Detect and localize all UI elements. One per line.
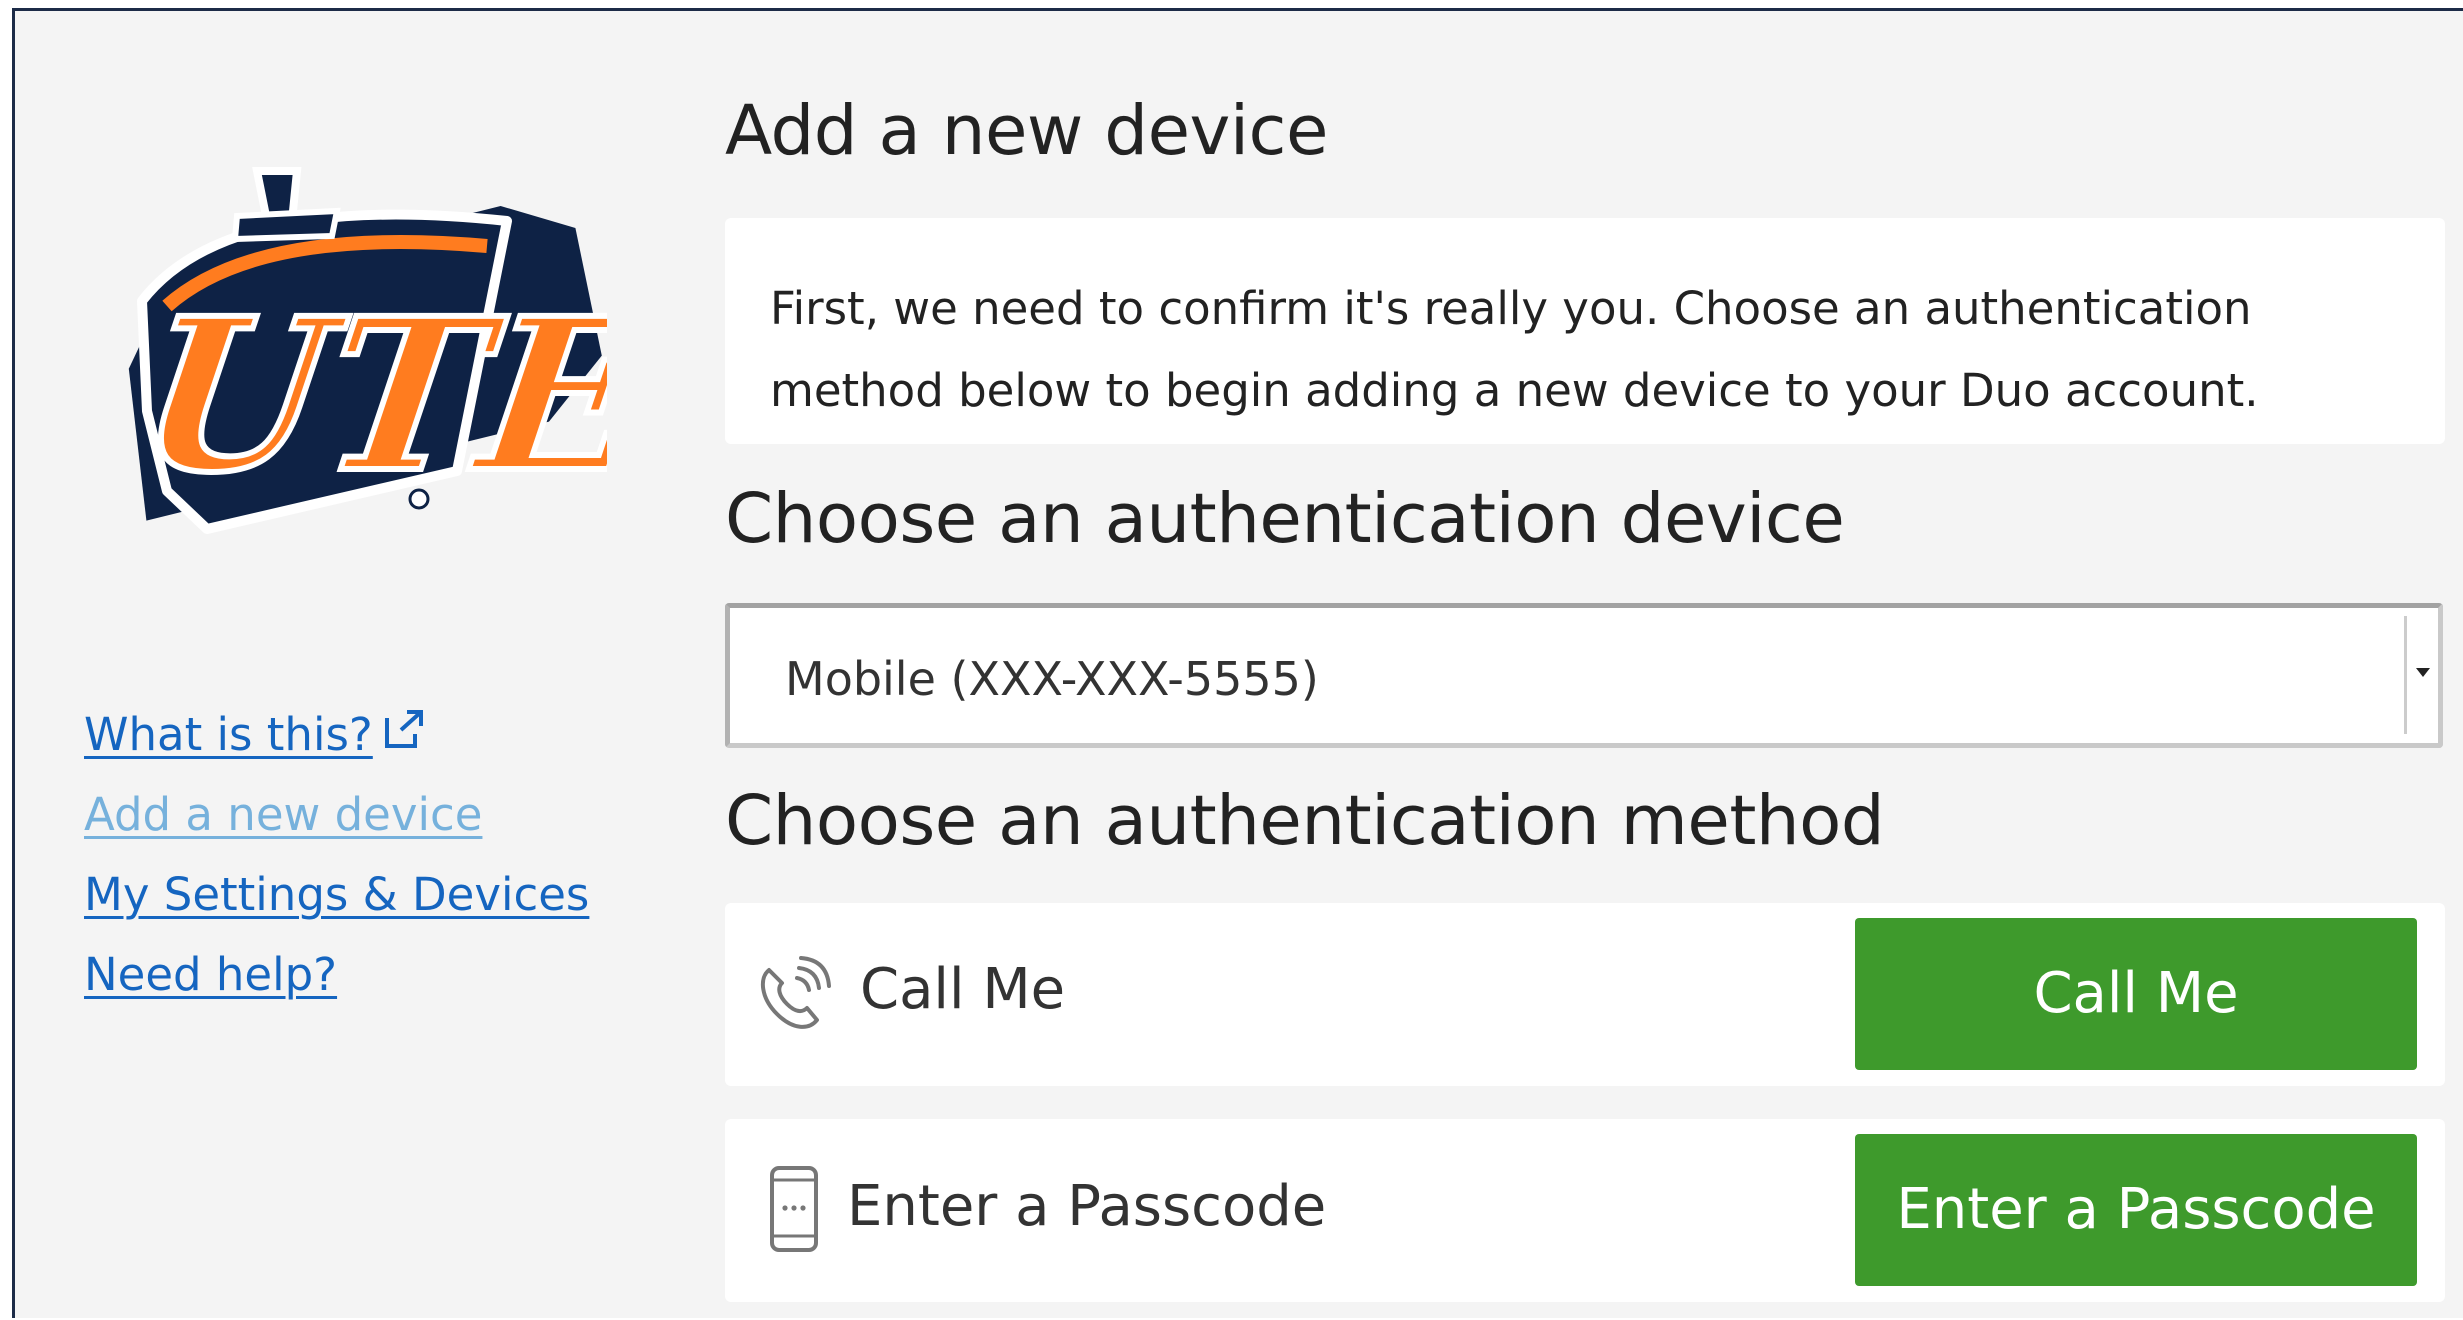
mobile-passcode-icon [770, 1166, 818, 1252]
info-line-1: First, we need to confirm it's really yo… [770, 282, 2252, 335]
call-me-button[interactable]: Call Me [1855, 918, 2417, 1070]
enter-passcode-button[interactable]: Enter a Passcode [1855, 1134, 2417, 1286]
device-select-value: Mobile (XXX-XXX-5555) [785, 652, 1319, 706]
svg-text:UTEP: UTEP [127, 272, 607, 519]
device-select[interactable]: Mobile (XXX-XXX-5555) [725, 603, 2443, 748]
device-heading: Choose an authentication device [725, 479, 1845, 559]
passcode-label: Enter a Passcode [847, 1174, 1327, 1239]
page-title: Add a new device [725, 91, 1328, 171]
info-message: First, we need to confirm it's really yo… [725, 218, 2445, 444]
call-me-label: Call Me [860, 957, 1066, 1022]
sidebar-links: What is this? Add a new device My Settin… [84, 695, 589, 1015]
phone-call-icon [760, 956, 831, 1029]
my-settings-devices-link[interactable]: My Settings & Devices [84, 855, 589, 935]
what-is-this-link[interactable]: What is this? [84, 695, 589, 775]
info-line-2: method below to begin adding a new devic… [770, 364, 2259, 417]
auth-method-passcode: Enter a Passcode Enter a Passcode [725, 1119, 2445, 1302]
need-help-link[interactable]: Need help? [84, 935, 589, 1015]
chevron-down-icon[interactable] [2404, 616, 2434, 734]
external-link-icon [384, 710, 423, 748]
method-heading: Choose an authentication method [725, 781, 1885, 861]
auth-method-call: Call Me Call Me [725, 903, 2445, 1086]
add-new-device-link[interactable]: Add a new device [84, 775, 589, 855]
duo-prompt-frame: UTEP What is this? Add a new device My S… [12, 8, 2463, 1318]
utep-logo: UTEP [124, 167, 607, 534]
